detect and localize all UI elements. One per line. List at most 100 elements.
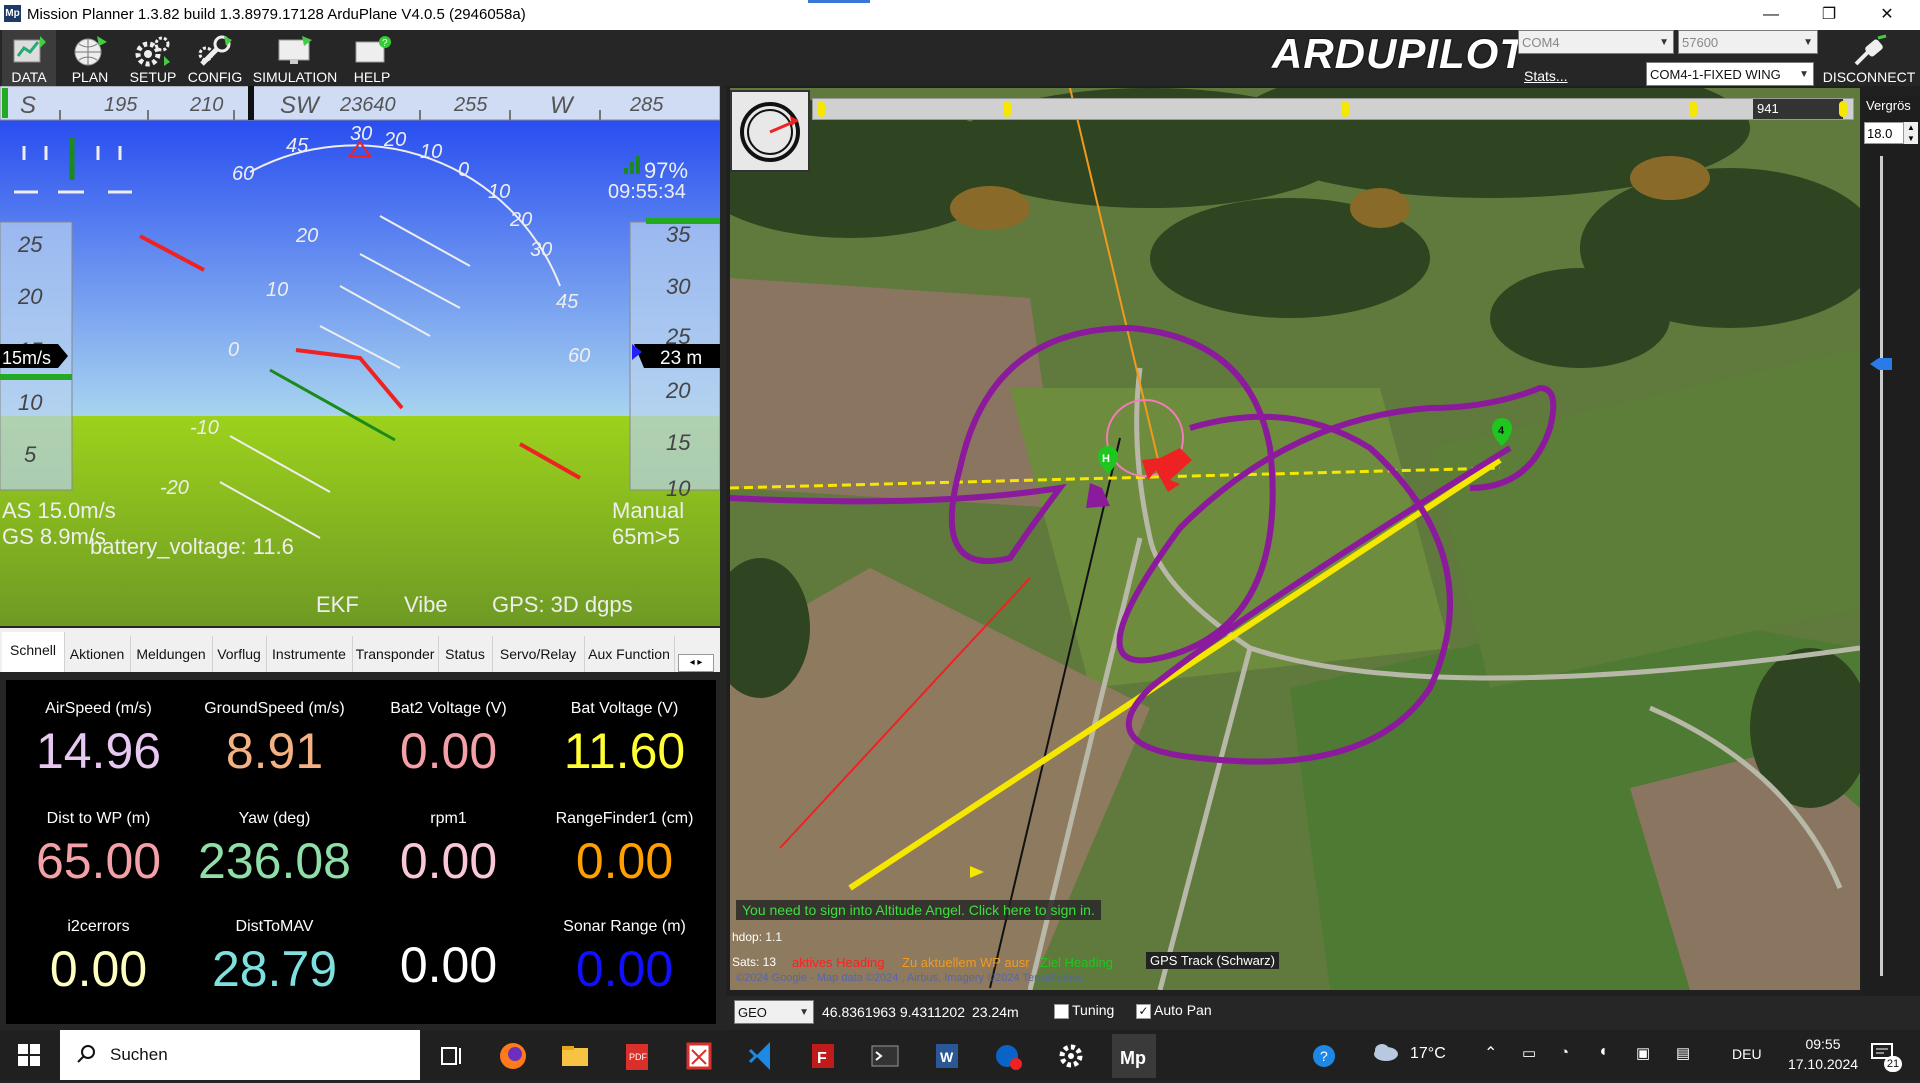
altitude-angel-banner[interactable]: You need to sign into Altitude Angel. Cl…	[736, 900, 1101, 920]
firefox-icon[interactable]	[494, 1038, 532, 1074]
task-view-icon[interactable]	[432, 1038, 470, 1074]
autopan-label: Auto Pan	[1154, 1002, 1212, 1018]
tab-aktionen[interactable]: Aktionen	[64, 636, 131, 672]
quick-cell[interactable]: AirSpeed (m/s) 14.96	[10, 700, 187, 780]
quick-cell[interactable]: i2cerrors 0.00	[10, 918, 187, 998]
disconnect-button[interactable]: DISCONNECT	[1820, 30, 1918, 86]
tab-schnell[interactable]: Schnell	[2, 632, 65, 672]
tab-aux-function[interactable]: Aux Function	[584, 636, 675, 672]
filezilla-icon[interactable]: F	[804, 1038, 842, 1074]
quick-cell[interactable]: Dist to WP (m) 65.00	[10, 810, 187, 890]
zoom-track[interactable]	[1880, 156, 1883, 976]
clock-date[interactable]: 17.10.2024	[1780, 1056, 1866, 1072]
roll-label: 20	[509, 209, 532, 231]
pdf-editor-icon[interactable]: PDF	[618, 1038, 656, 1074]
mission-planner-taskbar-icon[interactable]: Mp	[1112, 1034, 1156, 1078]
help-circle-icon[interactable]: ?	[1306, 1038, 1344, 1074]
terminal-icon[interactable]	[866, 1038, 904, 1074]
quick-cell[interactable]: rpm1 0.00	[360, 810, 537, 890]
satellite-map[interactable]: H 4	[730, 88, 1860, 990]
data-button[interactable]: DATA	[2, 30, 56, 86]
autopan-checkbox[interactable]: ✓	[1136, 1004, 1151, 1019]
outlook-icon[interactable]	[990, 1038, 1028, 1074]
port-select[interactable]: COM4 ▼	[1518, 30, 1674, 54]
pitch-label: -20	[160, 477, 189, 499]
word-icon[interactable]: W	[928, 1038, 966, 1074]
tray-chevron-up-icon[interactable]: ⌃	[1484, 1043, 1497, 1063]
minimize-button[interactable]: —	[1742, 0, 1800, 30]
setup-button[interactable]: SETUP	[124, 30, 182, 86]
baud-select[interactable]: 57600 ▼	[1678, 30, 1818, 54]
connection-select[interactable]: COM4-1-FIXED WING ▼	[1646, 62, 1814, 86]
vscode-icon[interactable]	[742, 1038, 780, 1074]
legend-wp-heading: Zu aktuellem WP ausr	[902, 955, 1030, 970]
stats-link[interactable]: Stats...	[1524, 68, 1568, 84]
file-explorer-icon[interactable]	[556, 1038, 594, 1074]
vibe-status[interactable]: Vibe	[404, 592, 448, 617]
alt-tick: 35	[666, 222, 691, 247]
quick-cell[interactable]: DistToMAV 28.79	[186, 918, 363, 998]
quick-cell[interactable]: Yaw (deg) 236.08	[186, 810, 363, 890]
airspeed-text: AS 15.0m/s	[2, 498, 116, 523]
tab-status[interactable]: Status	[438, 636, 493, 672]
keyboard-icon[interactable]: ▤	[1676, 1044, 1690, 1062]
help-button[interactable]: ? HELP	[346, 30, 398, 86]
close-button[interactable]: ✕	[1858, 0, 1916, 30]
wifi-icon[interactable]: ◔	[1560, 1044, 1569, 1061]
quick-cell[interactable]: 0.00	[360, 914, 537, 994]
tab-meldungen[interactable]: Meldungen	[130, 636, 213, 672]
tab-servo-relay[interactable]: Servo/Relay	[492, 636, 585, 672]
roll-label: 45	[556, 291, 579, 313]
chevron-down-icon: ▼	[799, 1007, 809, 1018]
tab-instrumente[interactable]: Instrumente	[266, 636, 353, 672]
flight-mode: Manual	[612, 498, 684, 523]
attitude-indicator: S 195 210 SW 23640 255 W 285 30 20 10 0 …	[0, 86, 720, 626]
svg-text:?: ?	[382, 38, 388, 49]
pitch-label: 60	[232, 163, 254, 185]
main-toolbar: DATA PLAN SETUP CONFIG SIMULATION ? HELP…	[0, 30, 1920, 86]
tray-device-icon[interactable]: ▭	[1522, 1044, 1536, 1062]
speed-tick: 5	[24, 442, 37, 467]
quick-cell[interactable]: Bat Voltage (V) 11.60	[536, 700, 713, 780]
display-icon[interactable]: ▣	[1636, 1044, 1650, 1062]
speed-tick: 25	[17, 232, 43, 257]
pitch-label: 20	[295, 225, 318, 247]
zoom-spinner[interactable]: ▲ ▼	[1904, 122, 1918, 144]
monitor-icon	[278, 36, 312, 64]
roll-label: 20	[383, 129, 406, 151]
timeline-marker	[817, 101, 825, 117]
compass-icon	[740, 102, 800, 162]
zoom-panel: Vergrös 18.0 ▲ ▼	[1862, 96, 1920, 996]
battery-text: battery_voltage: 11.6	[90, 534, 294, 559]
gears-icon	[135, 36, 170, 67]
timeline-marker	[1003, 101, 1011, 117]
restore-button[interactable]: ❐	[1800, 0, 1858, 30]
speaker-icon[interactable]: ◖	[1598, 1043, 1608, 1061]
snipping-tool-icon[interactable]	[680, 1038, 718, 1074]
taskbar-search-box[interactable]: Suchen	[60, 1030, 420, 1080]
plan-button[interactable]: PLAN	[64, 30, 116, 86]
weather-temp[interactable]: 17°C	[1410, 1045, 1446, 1063]
zoom-input[interactable]: 18.0	[1864, 122, 1904, 144]
quick-cell[interactable]: Bat2 Voltage (V) 0.00	[360, 700, 537, 780]
quick-cell[interactable]: Sonar Range (m) 0.00	[536, 918, 713, 998]
tab-scroll-arrows[interactable]: ◂ ▸	[678, 654, 714, 672]
tab-vorflug[interactable]: Vorflug	[212, 636, 267, 672]
tab-transponder[interactable]: Transponder	[352, 636, 439, 672]
language-indicator[interactable]: DEU	[1732, 1046, 1762, 1062]
windows-start-icon[interactable]	[18, 1044, 40, 1066]
config-button[interactable]: CONFIG	[186, 30, 244, 86]
compass-widget[interactable]	[730, 90, 810, 172]
simulation-button[interactable]: SIMULATION	[250, 30, 340, 86]
zoom-thumb[interactable]	[1870, 358, 1892, 370]
tuning-checkbox[interactable]	[1054, 1004, 1069, 1019]
settings-gear-icon[interactable]	[1052, 1038, 1090, 1074]
coord-system-select[interactable]: GEO ▼	[734, 1000, 814, 1024]
timeline-slider[interactable]: 941	[812, 98, 1854, 120]
quick-cell[interactable]: RangeFinder1 (cm) 0.00	[536, 810, 713, 890]
roll-label: 60	[568, 345, 590, 367]
pitch-label: -10	[190, 417, 219, 439]
quick-cell[interactable]: GroundSpeed (m/s) 8.91	[186, 700, 363, 780]
clock-time[interactable]: 09:55	[1790, 1036, 1856, 1052]
ekf-status[interactable]: EKF	[316, 592, 359, 617]
